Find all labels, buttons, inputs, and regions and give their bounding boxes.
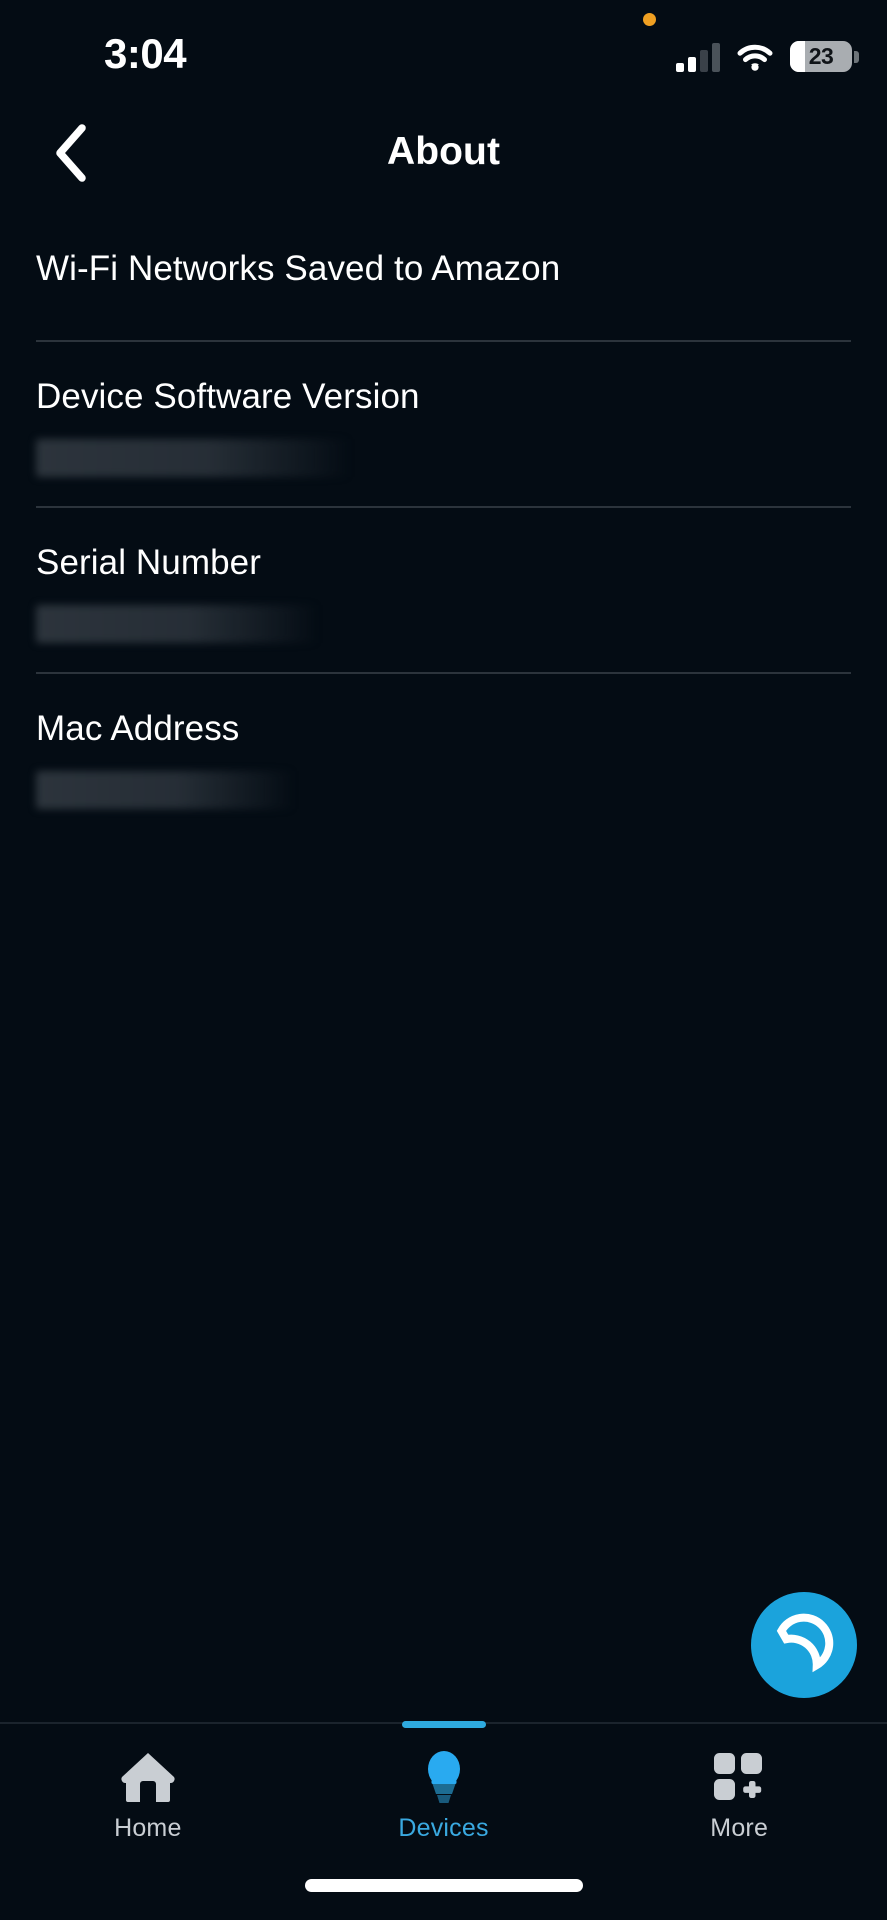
home-indicator-bar[interactable] xyxy=(304,1879,583,1892)
wifi-icon xyxy=(737,44,773,72)
status-bar-clock: 3:04 xyxy=(104,30,187,77)
list-item-label: Mac Address xyxy=(36,709,240,748)
cellular-signal-icon xyxy=(676,42,720,72)
bottom-tab-bar: Home Devices More xyxy=(0,1721,887,1866)
tab-home[interactable]: Home xyxy=(0,1724,296,1866)
app-screen: 3:04 23 About Wi-Fi Networks Saved to Am… xyxy=(0,0,887,1920)
list-item-serial-number[interactable]: Serial Number xyxy=(0,508,887,672)
alexa-assistant-button[interactable] xyxy=(751,1592,857,1698)
battery-percent-label: 23 xyxy=(808,43,834,69)
tab-more[interactable]: More xyxy=(591,1724,887,1866)
battery-fill xyxy=(790,41,805,72)
lightbulb-icon xyxy=(420,1746,468,1808)
page-title: About xyxy=(386,130,501,173)
navigation-header: About xyxy=(0,112,887,198)
list-item-device-software-version[interactable]: Device Software Version xyxy=(0,342,887,506)
battery-cap xyxy=(854,50,859,63)
list-item-label: Device Software Version xyxy=(36,377,420,416)
redacted-value xyxy=(36,770,294,809)
status-bar: 3:04 23 xyxy=(0,0,887,95)
list-item-mac-address[interactable]: Mac Address xyxy=(0,674,887,838)
alexa-logo-icon xyxy=(773,1612,835,1679)
tab-label: Devices xyxy=(398,1814,489,1842)
tab-active-indicator xyxy=(401,1721,486,1728)
grid-plus-icon xyxy=(711,1746,767,1808)
status-bar-indicators: 23 xyxy=(676,38,859,72)
list-item-label: Wi-Fi Networks Saved to Amazon xyxy=(36,249,561,288)
home-icon xyxy=(119,1746,177,1808)
tab-label: More xyxy=(710,1814,769,1842)
tab-label: Home xyxy=(114,1814,182,1842)
list-item-label: Serial Number xyxy=(36,543,261,582)
redacted-value xyxy=(36,604,318,643)
redacted-value xyxy=(36,438,350,477)
orange-recording-dot-icon xyxy=(643,13,656,26)
about-list: Wi-Fi Networks Saved to Amazon Device So… xyxy=(0,232,887,838)
battery-icon: 23 xyxy=(790,41,859,72)
tab-devices[interactable]: Devices xyxy=(296,1721,592,1866)
list-item-wifi-networks[interactable]: Wi-Fi Networks Saved to Amazon xyxy=(0,232,887,340)
